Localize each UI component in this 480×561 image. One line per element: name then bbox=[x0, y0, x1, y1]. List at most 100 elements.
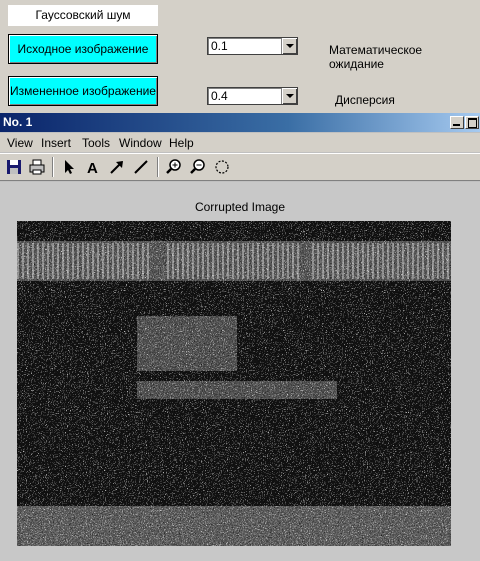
fence-stripe bbox=[362, 243, 364, 279]
fence-stripe bbox=[207, 243, 209, 279]
chevron-down-icon[interactable] bbox=[281, 88, 297, 104]
fence-stripe bbox=[82, 243, 84, 279]
fence-stripe bbox=[117, 243, 119, 279]
fence-stripe bbox=[107, 243, 109, 279]
chevron-down-icon[interactable] bbox=[281, 38, 297, 54]
fence-stripe bbox=[327, 243, 329, 279]
fence-stripe bbox=[137, 243, 139, 279]
fence-stripe bbox=[222, 243, 224, 279]
fence-stripe bbox=[312, 243, 314, 279]
mean-select-value: 0.1 bbox=[211, 39, 228, 53]
fence-stripe bbox=[172, 243, 174, 279]
fence-stripe bbox=[177, 243, 179, 279]
fence-stripe bbox=[417, 243, 419, 279]
fence-stripe bbox=[447, 243, 449, 279]
text-icon[interactable]: A bbox=[84, 158, 102, 176]
zoom-out-icon[interactable] bbox=[189, 158, 207, 176]
fence-stripe bbox=[347, 243, 349, 279]
fence-stripe bbox=[442, 243, 444, 279]
fence-stripe bbox=[22, 243, 24, 279]
window-title: No. 1 bbox=[3, 115, 33, 129]
original-image-button[interactable]: Исходное изображение bbox=[8, 34, 158, 64]
mean-select[interactable]: 0.1 bbox=[207, 37, 298, 55]
toolbar-separator bbox=[157, 157, 159, 177]
fence-stripe bbox=[57, 243, 59, 279]
maximize-icon[interactable] bbox=[465, 116, 479, 129]
fence-stripe bbox=[27, 243, 29, 279]
fence-stripe bbox=[97, 243, 99, 279]
figure-toolbar: A bbox=[0, 153, 480, 181]
fence-stripe bbox=[277, 243, 279, 279]
variance-select[interactable]: 0.4 bbox=[207, 87, 298, 105]
fence-stripe bbox=[232, 243, 234, 279]
variance-select-value: 0.4 bbox=[211, 89, 228, 103]
fence-stripe bbox=[37, 243, 39, 279]
svg-text:A: A bbox=[87, 160, 98, 176]
fence-stripe bbox=[392, 243, 394, 279]
menu-view[interactable]: View bbox=[7, 136, 33, 150]
fence-stripe bbox=[52, 243, 54, 279]
fence-stripe bbox=[147, 243, 149, 279]
fence-stripe bbox=[317, 243, 319, 279]
fence-stripe bbox=[387, 243, 389, 279]
fence-stripe bbox=[167, 243, 169, 279]
fence-stripe bbox=[332, 243, 334, 279]
minimize-icon[interactable] bbox=[450, 116, 464, 129]
fence-stripe bbox=[217, 243, 219, 279]
line-icon[interactable] bbox=[132, 158, 150, 176]
fence-stripe bbox=[367, 243, 369, 279]
fence-stripe bbox=[187, 243, 189, 279]
save-icon[interactable] bbox=[5, 158, 23, 176]
fence-stripe bbox=[102, 243, 104, 279]
noise-image bbox=[17, 221, 451, 546]
rotate-icon[interactable] bbox=[213, 158, 231, 176]
fence-stripe bbox=[267, 243, 269, 279]
fence-stripe bbox=[407, 243, 409, 279]
fence-stripe bbox=[142, 243, 144, 279]
fence-stripe bbox=[372, 243, 374, 279]
fence-stripe bbox=[402, 243, 404, 279]
fence-stripe bbox=[427, 243, 429, 279]
fence-stripe bbox=[412, 243, 414, 279]
fence-stripe bbox=[32, 243, 34, 279]
fence-stripe bbox=[297, 243, 299, 279]
window-titlebar[interactable]: No. 1 bbox=[0, 113, 480, 132]
fence-stripe bbox=[92, 243, 94, 279]
fence-stripe bbox=[182, 243, 184, 279]
fence-stripe bbox=[67, 243, 69, 279]
fence-stripe bbox=[17, 243, 19, 279]
fence-stripe bbox=[272, 243, 274, 279]
fence-stripe bbox=[262, 243, 264, 279]
modified-image-button[interactable]: Измененное изображение bbox=[8, 76, 158, 106]
fence-stripe bbox=[247, 243, 249, 279]
toolbar-separator bbox=[52, 157, 54, 177]
fence-stripe bbox=[382, 243, 384, 279]
fence-stripe bbox=[112, 243, 114, 279]
control-panel: Гауссовский шум Исходное изображение Изм… bbox=[0, 0, 480, 113]
arrow-line-icon[interactable] bbox=[108, 158, 126, 176]
fence-stripe bbox=[357, 243, 359, 279]
fence-stripe bbox=[42, 243, 44, 279]
plot-area: Corrupted Image bbox=[0, 182, 480, 561]
zoom-in-icon[interactable] bbox=[165, 158, 183, 176]
fence-stripe bbox=[132, 243, 134, 279]
menu-window[interactable]: Window bbox=[119, 136, 162, 150]
fence-stripe bbox=[197, 243, 199, 279]
fence-stripe bbox=[242, 243, 244, 279]
fence-stripe bbox=[77, 243, 79, 279]
fence-stripe bbox=[437, 243, 439, 279]
fence-stripe bbox=[252, 243, 254, 279]
menu-help[interactable]: Help bbox=[169, 136, 194, 150]
fence-stripe bbox=[237, 243, 239, 279]
arrow-pointer-icon[interactable] bbox=[60, 158, 78, 176]
fence-stripe bbox=[72, 243, 74, 279]
print-icon[interactable] bbox=[28, 158, 46, 176]
plot-title: Corrupted Image bbox=[194, 200, 286, 214]
corrupted-image bbox=[17, 221, 451, 546]
menu-insert[interactable]: Insert bbox=[41, 136, 71, 150]
menu-tools[interactable]: Tools bbox=[82, 136, 110, 150]
fence-stripe bbox=[127, 243, 129, 279]
variance-label: Дисперсия bbox=[335, 93, 395, 107]
fence-stripe bbox=[282, 243, 284, 279]
fence-stripe bbox=[87, 243, 89, 279]
